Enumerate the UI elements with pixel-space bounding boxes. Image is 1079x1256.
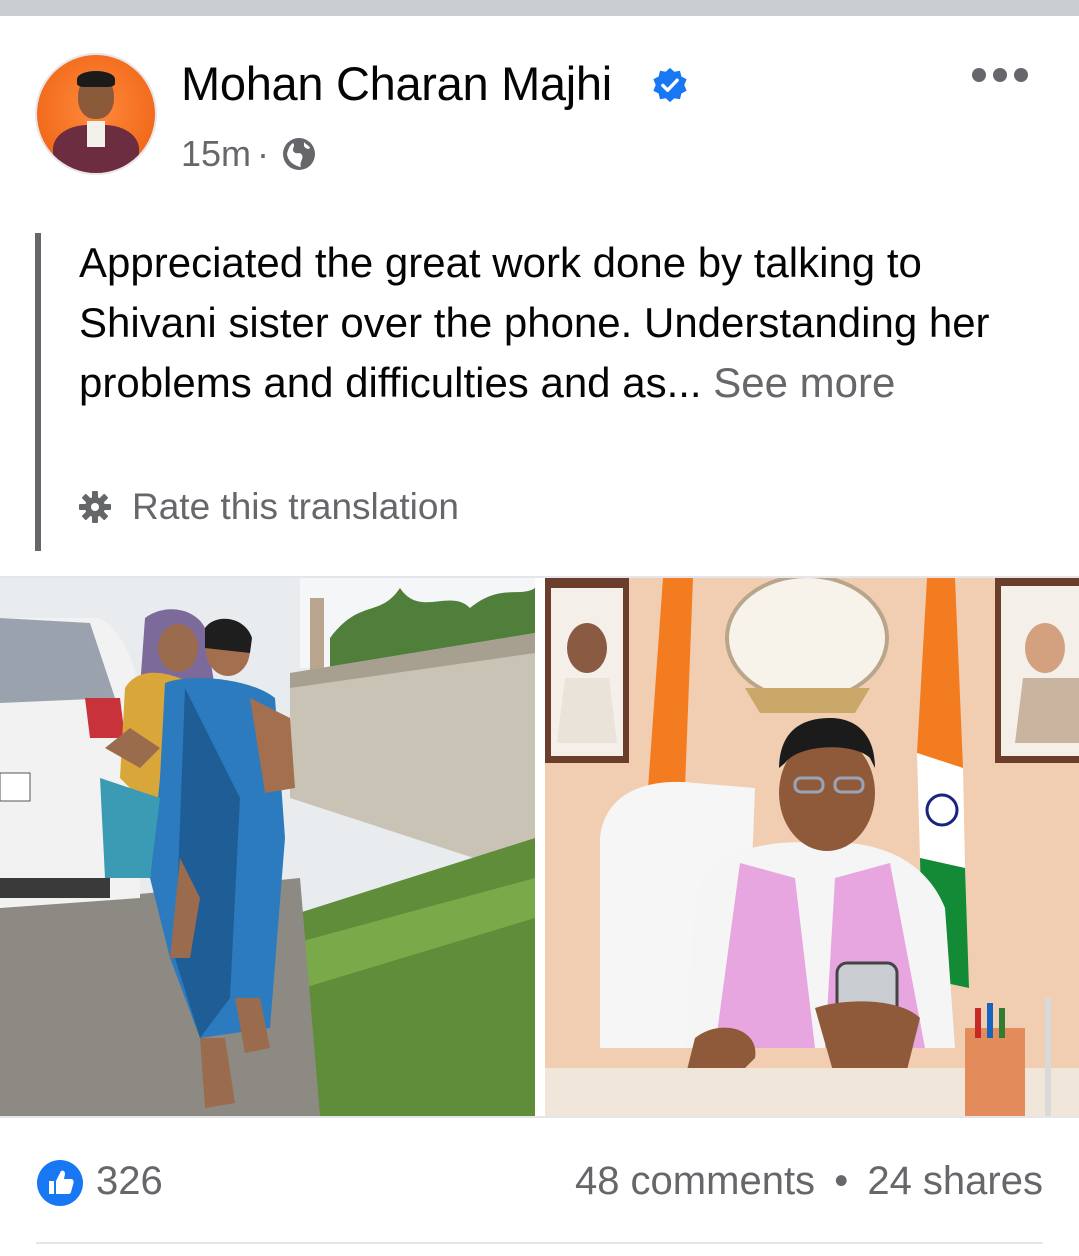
rate-translation-button[interactable]: Rate this translation [78, 486, 459, 528]
verified-badge-icon [653, 67, 687, 103]
photo-bottom-divider [0, 1116, 1079, 1118]
more-dot [993, 68, 1007, 82]
photo-man-on-phone-at-desk [545, 578, 1079, 1116]
avatar-collar-shape [87, 121, 105, 147]
see-more-link[interactable]: See more [713, 359, 895, 406]
post-photo-right[interactable] [545, 578, 1079, 1116]
translation-quote-bar [35, 233, 41, 551]
author-name[interactable]: Mohan Charan Majhi [181, 56, 612, 111]
rate-translation-label: Rate this translation [132, 486, 460, 527]
more-dot [972, 68, 986, 82]
more-dot [1014, 68, 1028, 82]
globe-icon [283, 138, 316, 170]
like-icon[interactable] [36, 1159, 84, 1207]
comments-count[interactable]: 48 comments [575, 1159, 815, 1203]
more-options-icon[interactable] [972, 60, 1028, 90]
engagement-stats: 48 comments • 24 shares [575, 1159, 1043, 1204]
post-timestamp[interactable]: 15m [181, 133, 251, 175]
stats-dot: • [834, 1159, 849, 1203]
post-photo-left[interactable] [0, 578, 535, 1116]
gear-icon [79, 491, 111, 523]
like-count[interactable]: 326 [96, 1159, 163, 1204]
avatar-hair-shape [77, 71, 115, 87]
top-separator-bar [0, 0, 1079, 16]
photo-woman-carrying-elder [0, 578, 535, 1116]
author-avatar[interactable] [37, 55, 155, 173]
reactions-divider [36, 1242, 1043, 1244]
post-text: Appreciated the great work done by talki… [79, 233, 1039, 413]
meta-separator: · [257, 133, 270, 174]
post-meta: 15m · [181, 133, 317, 175]
shares-count[interactable]: 24 shares [867, 1159, 1043, 1203]
